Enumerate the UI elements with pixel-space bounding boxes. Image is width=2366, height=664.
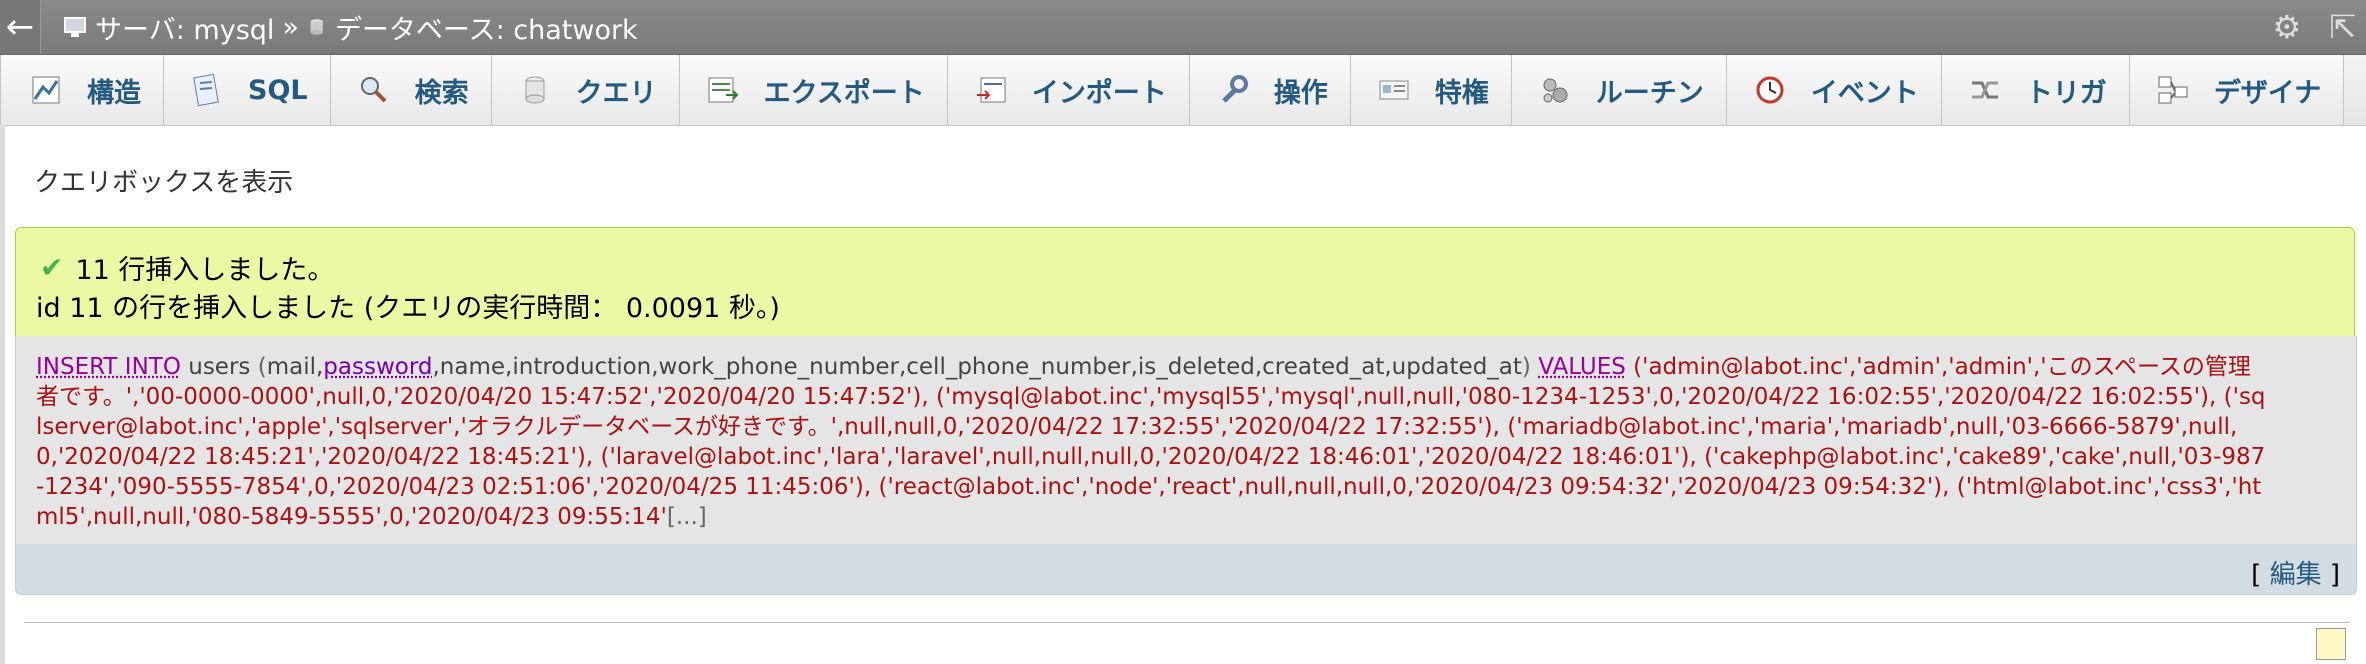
rows-inserted-text: 11 行挿入しました。	[75, 255, 335, 286]
edit-bar: [ 編集 ]	[15, 544, 2357, 595]
sql-columns: mail,	[266, 354, 324, 380]
tab-label: 検索	[414, 77, 469, 109]
tab-label: クエリ	[575, 77, 657, 109]
edit-bracket: ]	[2321, 560, 2340, 590]
gear-icon[interactable]: ⚙	[2273, 8, 2302, 46]
tab-privileges[interactable]: 特権	[1350, 55, 1512, 125]
tab-query[interactable]: クエリ	[491, 55, 680, 125]
tab-routines[interactable]: ルーチン	[1511, 55, 1727, 125]
routines-icon	[1543, 78, 1568, 103]
server-icon	[64, 17, 86, 37]
tab-operations[interactable]: 操作	[1189, 55, 1351, 125]
breadcrumb-server[interactable]: サーバ: mysql	[63, 8, 274, 47]
import-icon	[976, 77, 1006, 103]
breadcrumb-separator: »	[282, 11, 299, 43]
structure-icon	[32, 76, 60, 104]
database-label: データベース: chatwork	[334, 14, 638, 46]
tab-designer[interactable]: デザイナ	[2129, 55, 2345, 125]
sql-paren: (	[250, 354, 267, 380]
tab-bar: 構造 SQL 検索 クエリ エクスポート インポート 操作 特権 ルーチン イベ…	[0, 55, 2366, 126]
edit-link[interactable]: 編集	[2270, 560, 2322, 590]
tab-structure[interactable]: 構造	[0, 55, 164, 125]
tab-export[interactable]: エクスポート	[679, 55, 948, 125]
designer-icon	[2158, 76, 2188, 104]
search-icon	[360, 77, 387, 103]
console-icon[interactable]	[2316, 628, 2346, 660]
sql-paren: )	[1521, 354, 1539, 380]
tab-label: インポート	[1031, 77, 1167, 109]
breadcrumb-bar: ← サーバ: mysql » データベース: chatwork ⚙ ⇱	[0, 0, 2366, 55]
sql-keyword-insert[interactable]: INSERT INTO	[36, 354, 181, 380]
sql-table-name: users	[188, 354, 251, 380]
query-icon	[525, 76, 545, 104]
checkmark-icon: ✔	[40, 251, 64, 284]
tab-events[interactable]: イベント	[1726, 55, 1942, 125]
tab-sql[interactable]: SQL	[164, 55, 331, 125]
success-message: ✔ 11 行挿入しました。 id 11 の行を挿入しました (クエリの実行時間：…	[15, 227, 2355, 337]
sql-columns: ,name,introduction,work_phone_number,cel…	[432, 354, 1522, 380]
sql-icon	[193, 73, 219, 107]
tab-label: トリガ	[2025, 77, 2107, 109]
tab-label: エクスポート	[763, 77, 925, 109]
breadcrumb-database[interactable]: データベース: chatwork	[309, 8, 638, 47]
sql-values-row: ('laravel@labot.inc','lara','laravel',nu…	[600, 444, 1705, 470]
privileges-icon	[1379, 80, 1409, 100]
divider	[24, 622, 2350, 623]
tab-triggers[interactable]: トリガ	[1941, 55, 2130, 125]
tab-label: イベント	[1810, 77, 1919, 109]
sql-values-row: ('react@labot.inc','node','react',null,n…	[878, 474, 1957, 500]
tab-search[interactable]: 検索	[330, 55, 492, 125]
collapse-icon[interactable]: ⇱	[2329, 8, 2356, 46]
show-querybox-link[interactable]: クエリボックスを表示	[34, 162, 293, 199]
server-label: サーバ: mysql	[95, 14, 275, 46]
tab-label: デザイナ	[2213, 77, 2322, 109]
back-arrow-icon[interactable]: ←	[0, 0, 41, 54]
sql-values-row: ('mysql@labot.inc','mysql55','mysql',nul…	[935, 384, 2224, 410]
events-icon	[1756, 76, 1784, 104]
tab-label: SQL	[248, 74, 308, 106]
sql-query-box: INSERT INTO users (mail,password,name,in…	[15, 336, 2357, 544]
tab-label: ルーチン	[1595, 77, 1704, 109]
sql-query-text: INSERT INTO users (mail,password,name,in…	[36, 352, 2266, 532]
database-icon	[310, 19, 323, 35]
left-panel-edge	[0, 125, 5, 664]
sql-keyword-values[interactable]: VALUES	[1538, 354, 1626, 380]
edit-bracket: [	[2251, 560, 2270, 590]
insert-id-text: id 11 の行を挿入しました (クエリの実行時間： 0.0091 秒。)	[36, 293, 780, 324]
triggers-icon	[1971, 81, 1998, 99]
wrench-icon	[1222, 75, 1248, 103]
sql-ellipsis[interactable]: [...]	[667, 504, 707, 530]
export-icon	[708, 77, 739, 103]
tab-label: 構造	[87, 77, 141, 109]
tab-label: 操作	[1273, 77, 1328, 109]
tab-label: 特権	[1434, 77, 1489, 109]
sql-keyword-password[interactable]: password	[323, 354, 432, 380]
tab-import[interactable]: インポート	[947, 55, 1190, 125]
